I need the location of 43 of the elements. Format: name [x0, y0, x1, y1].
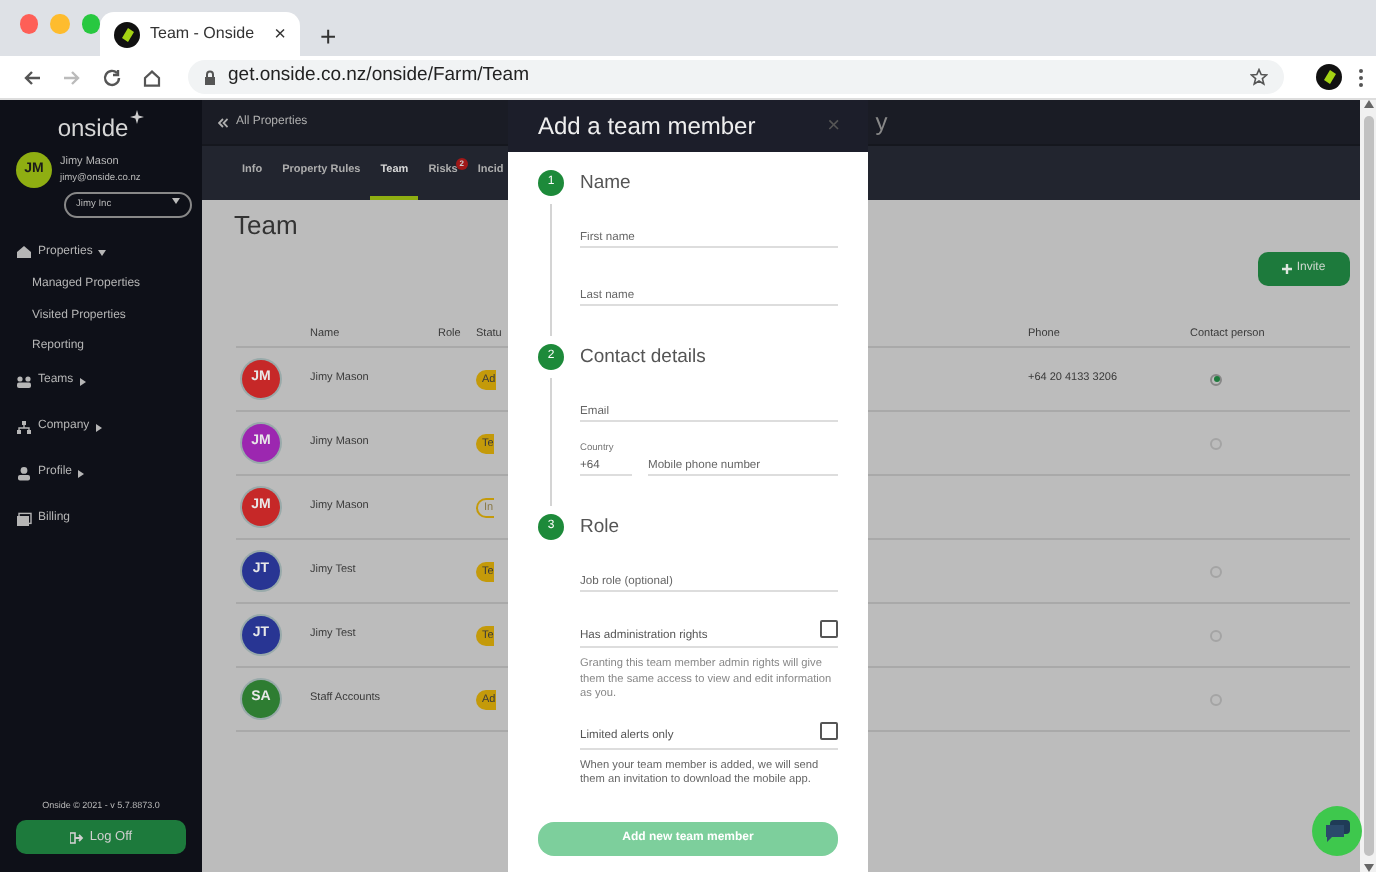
chat-bubble-icon: [1325, 820, 1349, 842]
user-icon: [16, 465, 32, 482]
scroll-up-icon[interactable]: [1363, 100, 1373, 108]
window-control-dot[interactable]: [81, 14, 100, 34]
more-menu-icon[interactable]: [1358, 67, 1364, 87]
double-chevron-icon: [218, 117, 228, 127]
contact-radio[interactable]: [1210, 629, 1222, 641]
step-title: Contact details: [580, 344, 708, 370]
reload-icon[interactable]: [102, 67, 122, 87]
team-icon: [16, 373, 32, 390]
browser-tab[interactable]: Team - Onside ×: [100, 12, 300, 56]
home-icon[interactable]: [142, 67, 162, 87]
checkbox[interactable]: [820, 620, 838, 639]
scrollbar[interactable]: [1360, 100, 1376, 872]
checkbox[interactable]: [820, 721, 838, 740]
page-heading-text: y: [875, 106, 888, 140]
app-logo-icon: [114, 21, 140, 47]
contact-radio[interactable]: [1210, 565, 1222, 577]
bookmark-star-icon[interactable]: [1250, 68, 1268, 86]
page-title: Team: [234, 210, 298, 240]
window-control-dot[interactable]: [20, 14, 39, 34]
back-arrow-icon[interactable]: [22, 67, 42, 87]
hierarchy-icon: [16, 419, 32, 436]
tab-close-button[interactable]: ×: [274, 19, 286, 49]
new-tab-button[interactable]: +: [320, 22, 337, 50]
profile-icon[interactable]: [1316, 64, 1342, 90]
contact-radio[interactable]: [1210, 373, 1222, 385]
lock-icon: [204, 69, 216, 85]
modal-title: Add a team member: [538, 110, 756, 144]
step-title: Name: [580, 170, 633, 196]
sign-out-icon: [69, 831, 84, 843]
app-logo: onside: [57, 112, 129, 146]
plus-icon: [1282, 264, 1293, 274]
contact-radio[interactable]: [1210, 437, 1222, 449]
caret-icon: [172, 198, 180, 204]
window-control-dot[interactable]: [50, 14, 70, 34]
home-icon: [16, 244, 32, 261]
step-title: Role: [580, 514, 622, 541]
contact-radio[interactable]: [1210, 693, 1222, 705]
address-bar[interactable]: get.onside.co.nz/onside/Farm/Team: [188, 60, 1284, 94]
scroll-down-icon[interactable]: [1363, 864, 1373, 872]
cards-icon: [16, 511, 32, 528]
plus-star-icon: [130, 110, 145, 124]
